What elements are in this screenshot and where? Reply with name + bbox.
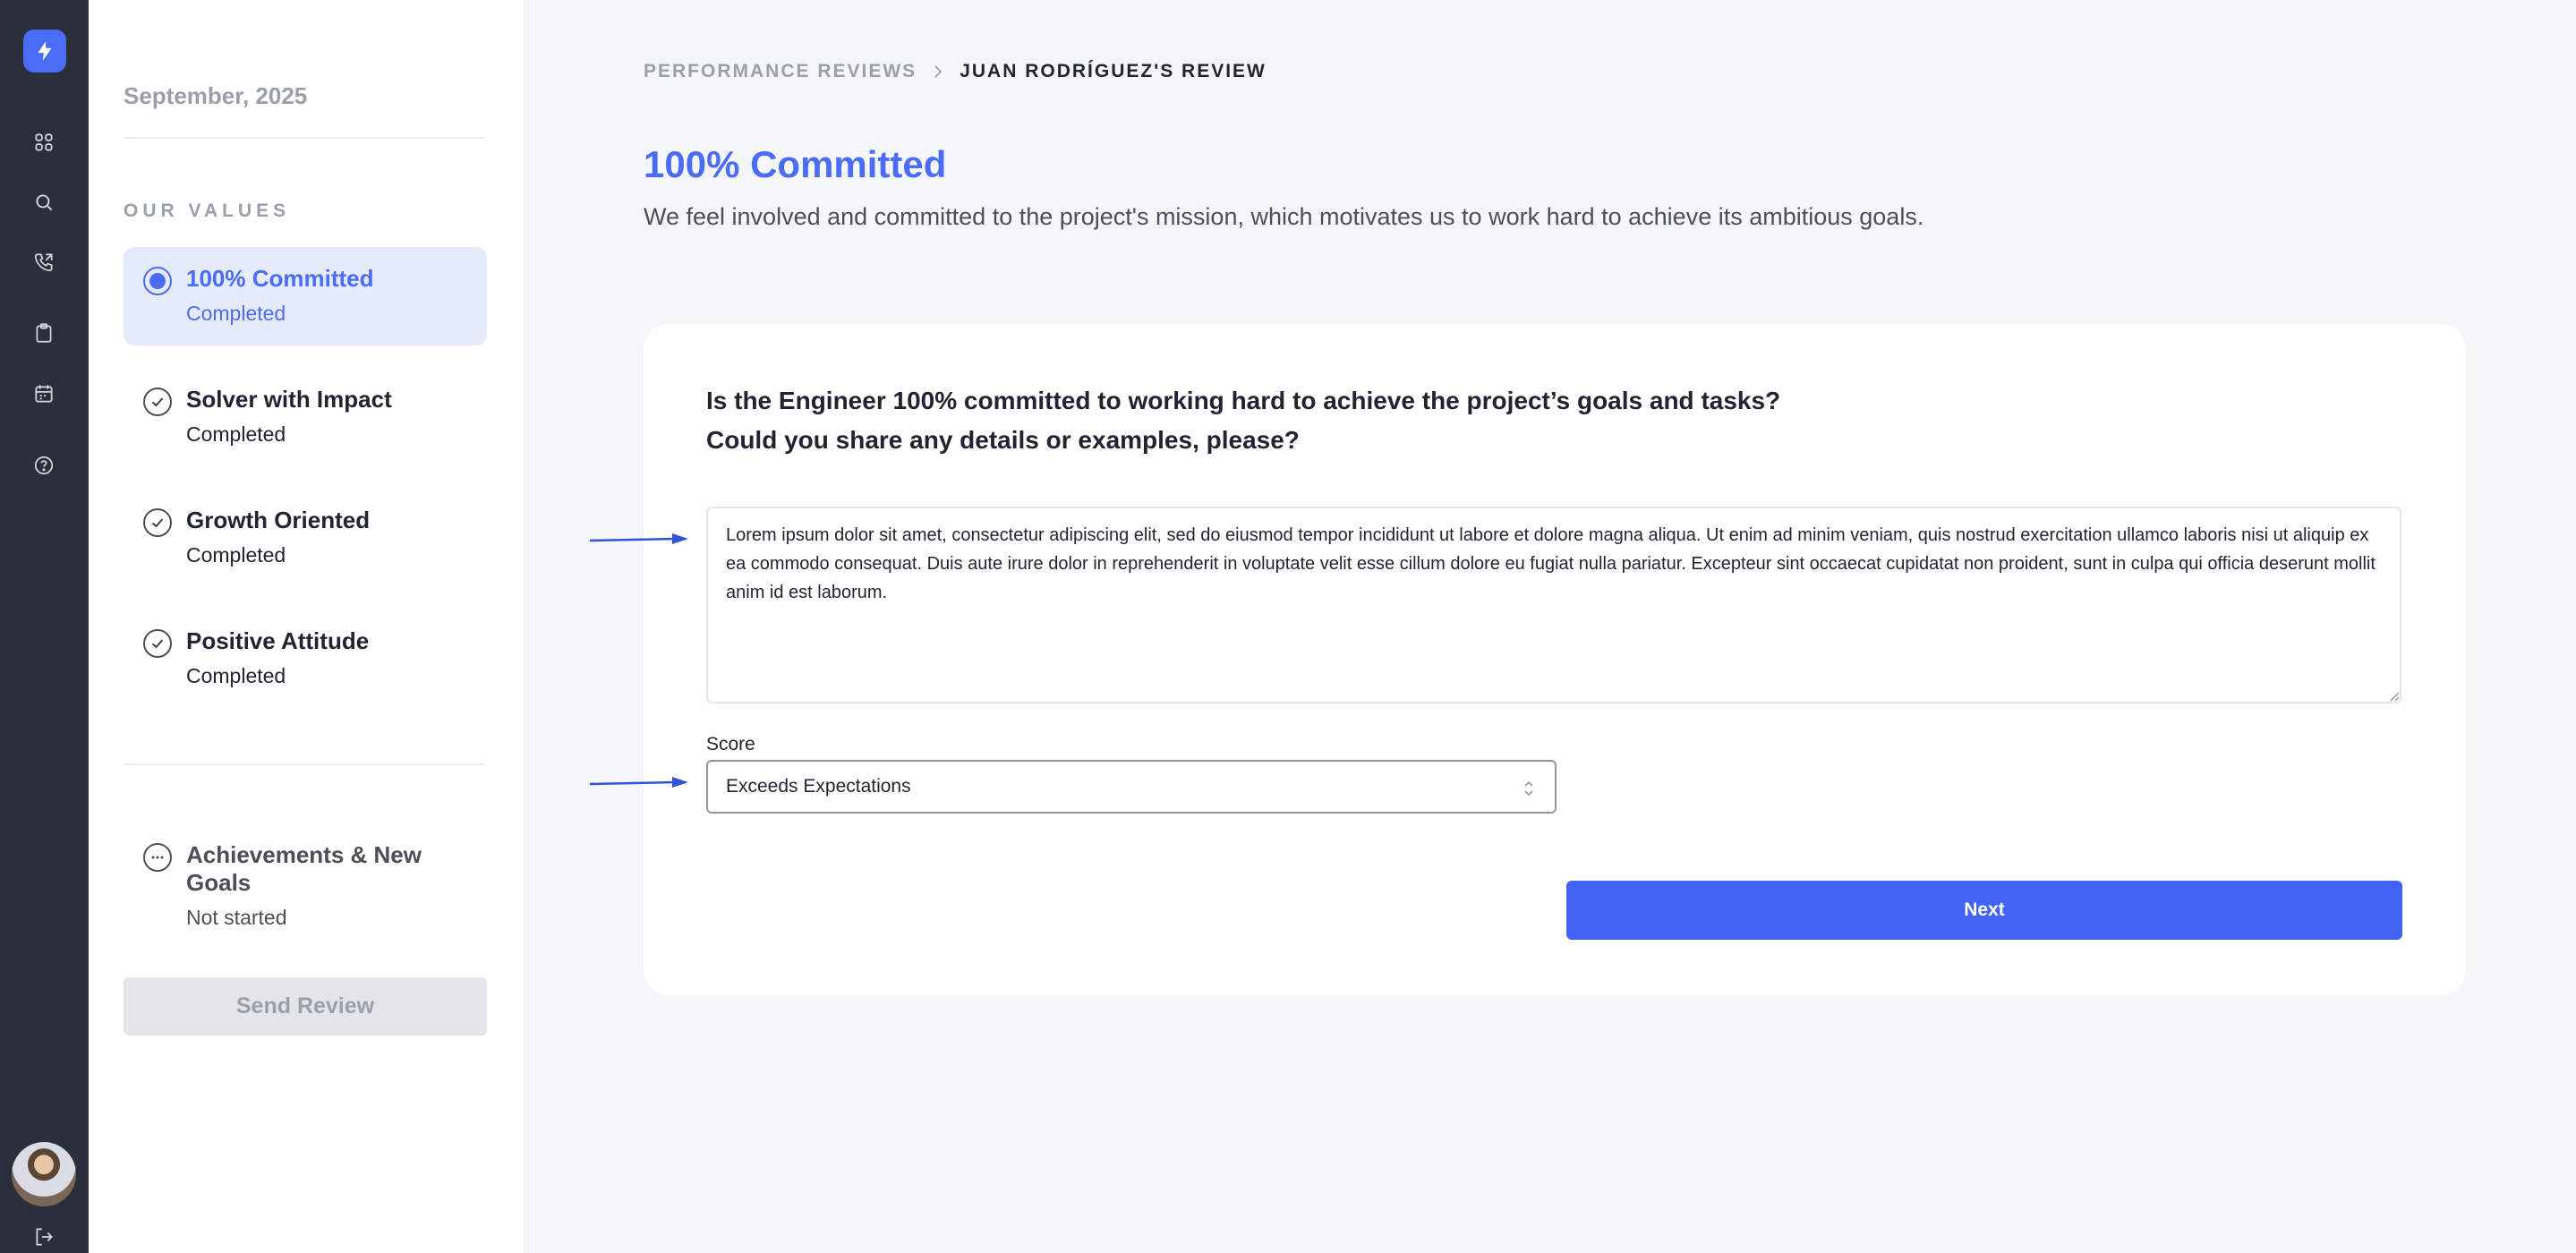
calendar-icon[interactable] <box>30 380 57 407</box>
review-period: September, 2025 <box>124 82 308 109</box>
step-solver-with-impact[interactable]: Solver with Impact Completed <box>124 368 487 466</box>
step-title: Positive Attitude <box>186 627 370 654</box>
question-line: Is the Engineer 100% committed to workin… <box>706 387 1781 414</box>
clipboard-icon[interactable] <box>30 320 57 346</box>
divider <box>124 763 485 765</box>
search-icon[interactable] <box>30 189 57 216</box>
chevron-right-icon <box>934 65 943 78</box>
resize-handle-icon[interactable] <box>2387 689 2400 702</box>
step-title: 100% Committed <box>186 265 374 292</box>
step-positive-attitude[interactable]: Positive Attitude Completed <box>124 609 487 708</box>
section-label: OUR VALUES <box>124 200 291 221</box>
page-description: We feel involved and committed to the pr… <box>644 203 1924 230</box>
send-review-button[interactable]: Send Review <box>124 977 487 1036</box>
step-growth-oriented[interactable]: Growth Oriented Completed <box>124 489 487 587</box>
logout-icon[interactable] <box>30 1223 57 1250</box>
help-icon[interactable] <box>30 452 57 479</box>
step-title: Solver with Impact <box>186 386 392 413</box>
step-100-committed[interactable]: 100% Committed Completed <box>124 247 487 345</box>
next-button[interactable]: Next <box>1566 881 2402 940</box>
chevron-up-down-icon <box>1524 780 1533 797</box>
question-text: Is the Engineer 100% committed to workin… <box>706 381 1780 460</box>
breadcrumb: PERFORMANCE REVIEWS JUAN RODRÍGUEZ'S REV… <box>644 61 1267 82</box>
score-select[interactable]: Exceeds Expectations <box>706 760 1557 814</box>
score-label: Score <box>706 734 755 754</box>
answer-textarea[interactable]: Lorem ipsum dolor sit amet, consectetur … <box>706 507 2401 703</box>
step-achievements-new-goals[interactable]: Achievements & New Goals Not started <box>124 823 487 929</box>
question-card: Is the Engineer 100% committed to workin… <box>644 324 2466 995</box>
annotation-arrow-icon <box>590 533 688 544</box>
page-title: 100% Committed <box>644 143 947 185</box>
step-status: Completed <box>186 664 286 687</box>
score-selected-value: Exceeds Expectations <box>726 776 911 797</box>
divider <box>124 137 485 139</box>
lightning-icon[interactable] <box>23 30 66 72</box>
check-circle-icon <box>143 508 172 537</box>
question-line: Could you share any details or examples,… <box>706 426 1300 454</box>
radio-selected-icon <box>143 267 172 295</box>
breadcrumb-current: JUAN RODRÍGUEZ'S REVIEW <box>960 61 1267 81</box>
phone-icon[interactable] <box>30 249 57 276</box>
step-title: Achievements & New Goals <box>186 841 422 896</box>
grid-icon[interactable] <box>30 129 57 156</box>
step-title: Growth Oriented <box>186 507 371 533</box>
annotation-arrow-icon <box>590 777 688 788</box>
avatar[interactable] <box>12 1142 76 1206</box>
app-rail <box>0 0 89 1253</box>
breadcrumb-link-performance-reviews[interactable]: PERFORMANCE REVIEWS <box>644 61 917 82</box>
more-circle-icon <box>143 843 172 872</box>
step-status: Completed <box>186 302 286 325</box>
review-steps-panel: September, 2025 OUR VALUES 100% Committe… <box>89 0 524 1253</box>
check-circle-icon <box>143 629 172 658</box>
step-status: Completed <box>186 422 286 446</box>
step-status: Not started <box>186 906 287 929</box>
step-status: Completed <box>186 543 286 567</box>
check-circle-icon <box>143 388 172 416</box>
